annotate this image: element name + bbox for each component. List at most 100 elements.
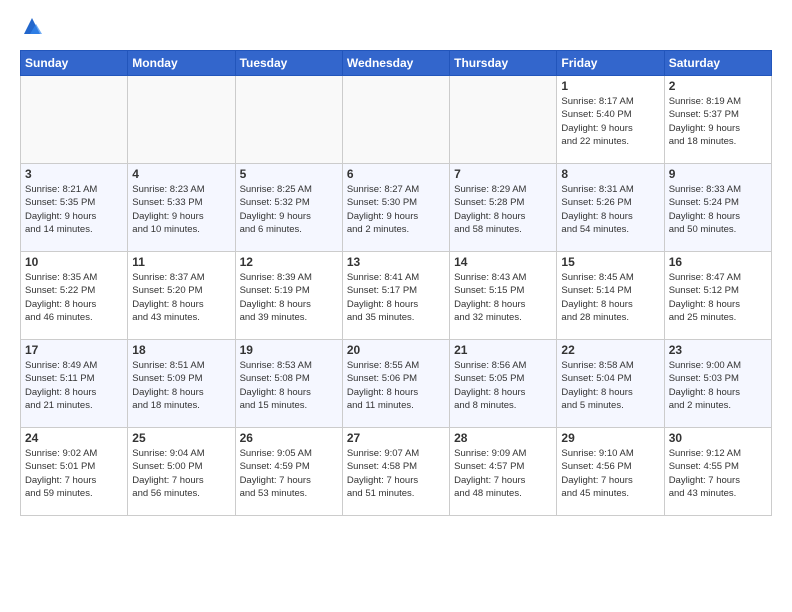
calendar-day-cell: 29Sunrise: 9:10 AM Sunset: 4:56 PM Dayli… — [557, 428, 664, 516]
day-number: 8 — [561, 167, 659, 181]
day-number: 25 — [132, 431, 230, 445]
calendar-day-cell: 26 Sunrise: 9:05 AM Sunset: 4:59 PM Dayli… — [235, 428, 342, 516]
day-info: Sunrise: 9:10 AM Sunset: 4:56 PM Dayligh… — [561, 447, 659, 500]
day-number: 5 — [240, 167, 338, 181]
calendar-day-cell: 7 Sunrise: 8:29 AM Sunset: 5:28 PM Daylig… — [450, 164, 557, 252]
day-number: 3 — [25, 167, 123, 181]
day-number: 21 — [454, 343, 552, 357]
weekday-header-row: SundayMondayTuesdayWednesdayThursdayFrid… — [21, 51, 772, 76]
calendar-day-cell: 24 Sunrise: 9:02 AM Sunset: 5:01 PM Dayli… — [21, 428, 128, 516]
calendar-day-cell: 20 Sunrise: 8:55 AM Sunset: 5:06 PM Dayli… — [342, 340, 449, 428]
day-number: 16 — [669, 255, 767, 269]
day-info: Sunrise: 9:12 AM Sunset: 4:55 PM Dayligh… — [669, 447, 767, 500]
day-number: 22 — [561, 343, 659, 357]
day-number: 1 — [561, 79, 659, 93]
header — [20, 16, 772, 40]
day-number: 12 — [240, 255, 338, 269]
calendar-day-cell: 30 Sunrise: 9:12 AM Sunset: 4:55 PM Dayli… — [664, 428, 771, 516]
day-info: Sunrise: 8:51 AM Sunset: 5:09 PM Dayligh… — [132, 359, 230, 412]
weekday-header: Thursday — [450, 51, 557, 76]
calendar: SundayMondayTuesdayWednesdayThursdayFrid… — [20, 50, 772, 516]
weekday-header: Saturday — [664, 51, 771, 76]
day-info: Sunrise: 8:35 AM Sunset: 5:22 PM Dayligh… — [25, 271, 123, 324]
day-number: 24 — [25, 431, 123, 445]
calendar-day-cell: 15 Sunrise: 8:45 AM Sunset: 5:14 PM Dayli… — [557, 252, 664, 340]
day-number: 11 — [132, 255, 230, 269]
calendar-day-cell: 19 Sunrise: 8:53 AM Sunset: 5:08 PM Dayli… — [235, 340, 342, 428]
day-info: Sunrise: 8:47 AM Sunset: 5:12 PM Dayligh… — [669, 271, 767, 324]
calendar-week-row: 17 Sunrise: 8:49 AM Sunset: 5:11 PM Dayli… — [21, 340, 772, 428]
day-info: Sunrise: 8:56 AM Sunset: 5:05 PM Dayligh… — [454, 359, 552, 412]
calendar-day-cell — [21, 76, 128, 164]
calendar-week-row: 10 Sunrise: 8:35 AM Sunset: 5:22 PM Dayli… — [21, 252, 772, 340]
calendar-day-cell — [235, 76, 342, 164]
calendar-day-cell: 27 Sunrise: 9:07 AM Sunset: 4:58 PM Dayli… — [342, 428, 449, 516]
calendar-day-cell: 3Sunrise: 8:21 AM Sunset: 5:35 PM Daylig… — [21, 164, 128, 252]
day-number: 13 — [347, 255, 445, 269]
calendar-day-cell: 28Sunrise: 9:09 AM Sunset: 4:57 PM Dayli… — [450, 428, 557, 516]
day-info: Sunrise: 8:41 AM Sunset: 5:17 PM Dayligh… — [347, 271, 445, 324]
calendar-day-cell: 1 Sunrise: 8:17 AM Sunset: 5:40 PM Daylig… — [557, 76, 664, 164]
logo — [20, 16, 48, 40]
logo-icon — [20, 16, 44, 40]
day-number: 14 — [454, 255, 552, 269]
day-info: Sunrise: 8:39 AM Sunset: 5:19 PM Dayligh… — [240, 271, 338, 324]
day-number: 20 — [347, 343, 445, 357]
day-info: Sunrise: 9:00 AM Sunset: 5:03 PM Dayligh… — [669, 359, 767, 412]
day-info: Sunrise: 8:29 AM Sunset: 5:28 PM Dayligh… — [454, 183, 552, 236]
day-number: 2 — [669, 79, 767, 93]
calendar-day-cell: 8 Sunrise: 8:31 AM Sunset: 5:26 PM Daylig… — [557, 164, 664, 252]
calendar-day-cell: 6Sunrise: 8:27 AM Sunset: 5:30 PM Daylig… — [342, 164, 449, 252]
weekday-header: Tuesday — [235, 51, 342, 76]
day-info: Sunrise: 9:04 AM Sunset: 5:00 PM Dayligh… — [132, 447, 230, 500]
calendar-day-cell: 4Sunrise: 8:23 AM Sunset: 5:33 PM Daylig… — [128, 164, 235, 252]
day-info: Sunrise: 8:58 AM Sunset: 5:04 PM Dayligh… — [561, 359, 659, 412]
day-info: Sunrise: 8:43 AM Sunset: 5:15 PM Dayligh… — [454, 271, 552, 324]
calendar-day-cell: 13 Sunrise: 8:41 AM Sunset: 5:17 PM Dayli… — [342, 252, 449, 340]
day-number: 28 — [454, 431, 552, 445]
weekday-header: Sunday — [21, 51, 128, 76]
day-info: Sunrise: 9:07 AM Sunset: 4:58 PM Dayligh… — [347, 447, 445, 500]
day-number: 26 — [240, 431, 338, 445]
calendar-day-cell: 11 Sunrise: 8:37 AM Sunset: 5:20 PM Dayli… — [128, 252, 235, 340]
day-info: Sunrise: 8:17 AM Sunset: 5:40 PM Dayligh… — [561, 95, 659, 148]
calendar-day-cell: 5 Sunrise: 8:25 AM Sunset: 5:32 PM Daylig… — [235, 164, 342, 252]
calendar-day-cell — [128, 76, 235, 164]
calendar-day-cell: 12 Sunrise: 8:39 AM Sunset: 5:19 PM Dayli… — [235, 252, 342, 340]
day-info: Sunrise: 8:31 AM Sunset: 5:26 PM Dayligh… — [561, 183, 659, 236]
calendar-day-cell: 17 Sunrise: 8:49 AM Sunset: 5:11 PM Dayli… — [21, 340, 128, 428]
day-info: Sunrise: 8:19 AM Sunset: 5:37 PM Dayligh… — [669, 95, 767, 148]
day-number: 9 — [669, 167, 767, 181]
day-info: Sunrise: 8:27 AM Sunset: 5:30 PM Dayligh… — [347, 183, 445, 236]
calendar-day-cell: 16 Sunrise: 8:47 AM Sunset: 5:12 PM Dayli… — [664, 252, 771, 340]
day-info: Sunrise: 8:53 AM Sunset: 5:08 PM Dayligh… — [240, 359, 338, 412]
day-number: 7 — [454, 167, 552, 181]
day-info: Sunrise: 8:49 AM Sunset: 5:11 PM Dayligh… — [25, 359, 123, 412]
calendar-week-row: 1 Sunrise: 8:17 AM Sunset: 5:40 PM Daylig… — [21, 76, 772, 164]
day-info: Sunrise: 9:02 AM Sunset: 5:01 PM Dayligh… — [25, 447, 123, 500]
day-info: Sunrise: 8:55 AM Sunset: 5:06 PM Dayligh… — [347, 359, 445, 412]
calendar-day-cell: 22 Sunrise: 8:58 AM Sunset: 5:04 PM Dayli… — [557, 340, 664, 428]
day-info: Sunrise: 9:05 AM Sunset: 4:59 PM Dayligh… — [240, 447, 338, 500]
day-number: 23 — [669, 343, 767, 357]
weekday-header: Wednesday — [342, 51, 449, 76]
weekday-header: Friday — [557, 51, 664, 76]
day-number: 19 — [240, 343, 338, 357]
day-number: 30 — [669, 431, 767, 445]
day-info: Sunrise: 8:37 AM Sunset: 5:20 PM Dayligh… — [132, 271, 230, 324]
day-number: 27 — [347, 431, 445, 445]
calendar-week-row: 3Sunrise: 8:21 AM Sunset: 5:35 PM Daylig… — [21, 164, 772, 252]
day-info: Sunrise: 8:23 AM Sunset: 5:33 PM Dayligh… — [132, 183, 230, 236]
day-info: Sunrise: 8:45 AM Sunset: 5:14 PM Dayligh… — [561, 271, 659, 324]
day-info: Sunrise: 8:25 AM Sunset: 5:32 PM Dayligh… — [240, 183, 338, 236]
calendar-day-cell: 9 Sunrise: 8:33 AM Sunset: 5:24 PM Daylig… — [664, 164, 771, 252]
day-info: Sunrise: 8:33 AM Sunset: 5:24 PM Dayligh… — [669, 183, 767, 236]
calendar-day-cell: 10 Sunrise: 8:35 AM Sunset: 5:22 PM Dayli… — [21, 252, 128, 340]
day-number: 10 — [25, 255, 123, 269]
calendar-day-cell: 25 Sunrise: 9:04 AM Sunset: 5:00 PM Dayli… — [128, 428, 235, 516]
calendar-week-row: 24 Sunrise: 9:02 AM Sunset: 5:01 PM Dayli… — [21, 428, 772, 516]
day-number: 15 — [561, 255, 659, 269]
calendar-day-cell: 18Sunrise: 8:51 AM Sunset: 5:09 PM Dayli… — [128, 340, 235, 428]
calendar-day-cell: 2 Sunrise: 8:19 AM Sunset: 5:37 PM Daylig… — [664, 76, 771, 164]
day-number: 17 — [25, 343, 123, 357]
